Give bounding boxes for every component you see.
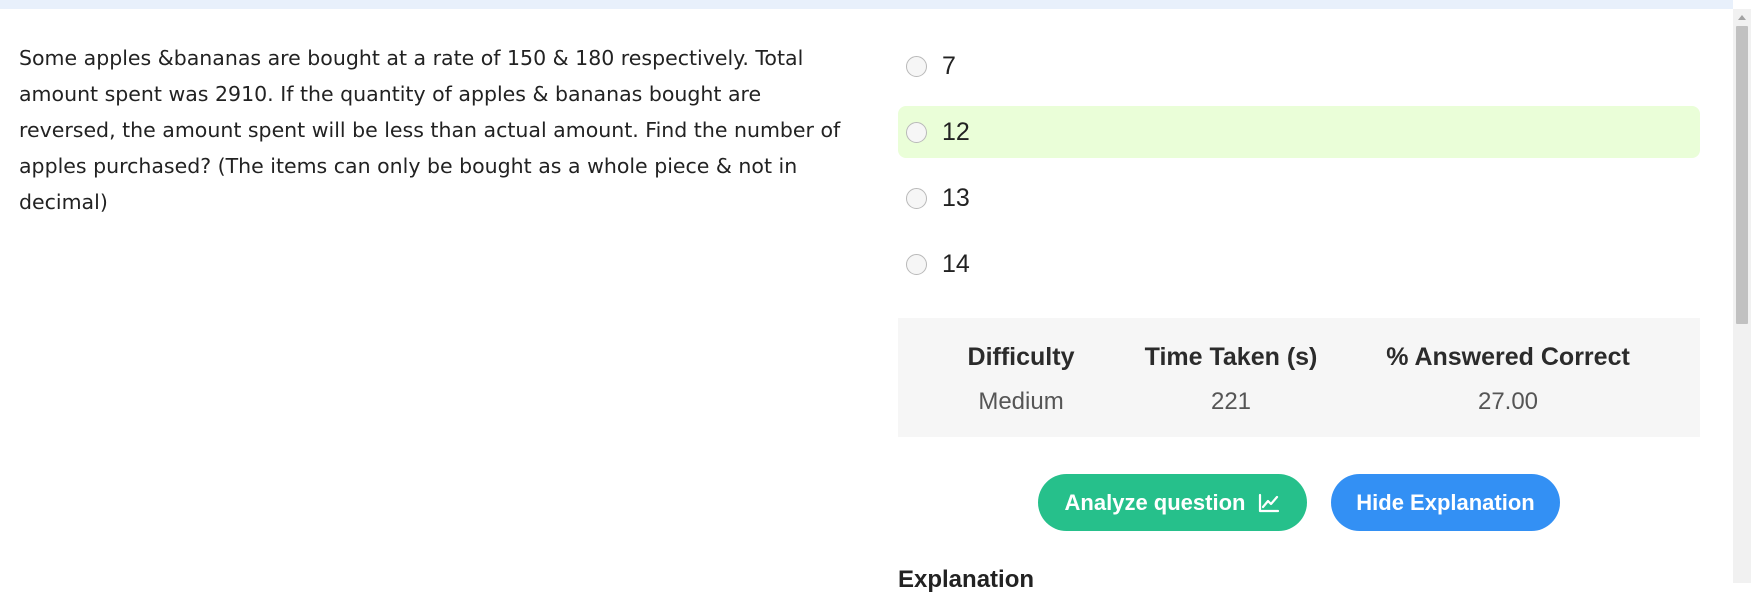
- scroll-thumb[interactable]: [1736, 26, 1748, 324]
- option-label: 7: [942, 51, 956, 80]
- analyze-question-button[interactable]: Analyze question: [1038, 474, 1307, 531]
- vertical-scrollbar[interactable]: [1733, 9, 1751, 583]
- line-chart-icon: [1259, 493, 1280, 512]
- time-taken-stat: Time Taken (s) 221: [1145, 340, 1318, 419]
- scroll-up-arrow-icon[interactable]: [1738, 15, 1746, 20]
- hide-explanation-label: Hide Explanation: [1356, 489, 1535, 515]
- option-1[interactable]: 7: [898, 40, 1700, 92]
- hide-explanation-button[interactable]: Hide Explanation: [1331, 474, 1560, 531]
- answered-correct-label: % Answered Correct: [1386, 343, 1630, 371]
- answered-correct-value: 27.00: [1477, 388, 1539, 415]
- difficulty-label: Difficulty: [967, 343, 1075, 371]
- radio-button[interactable]: [906, 253, 927, 275]
- option-label: 14: [942, 249, 970, 278]
- top-header-strip: [0, 0, 1733, 9]
- option-2[interactable]: 12: [898, 106, 1700, 158]
- radio-button[interactable]: [906, 55, 927, 77]
- answer-options: 7 12 13 14: [898, 40, 1700, 304]
- explanation-heading: Explanation: [898, 566, 1035, 593]
- time-taken-label: Time Taken (s): [1144, 343, 1318, 371]
- option-3[interactable]: 13: [898, 172, 1700, 224]
- analyze-question-label: Analyze question: [1064, 489, 1246, 515]
- option-label: 13: [942, 183, 970, 212]
- difficulty-stat: Difficulty Medium: [968, 340, 1075, 419]
- question-stats-panel: Difficulty Medium Time Taken (s) 221 % A…: [898, 318, 1700, 437]
- question-text: Some apples &bananas are bought at a rat…: [19, 46, 841, 214]
- answered-correct-stat: % Answered Correct 27.00: [1386, 340, 1630, 419]
- option-4[interactable]: 14: [898, 238, 1700, 290]
- radio-button[interactable]: [906, 121, 927, 143]
- difficulty-value: Medium: [978, 388, 1064, 415]
- radio-button[interactable]: [906, 187, 927, 209]
- option-label: 12: [942, 117, 970, 146]
- time-taken-value: 221: [1210, 388, 1252, 415]
